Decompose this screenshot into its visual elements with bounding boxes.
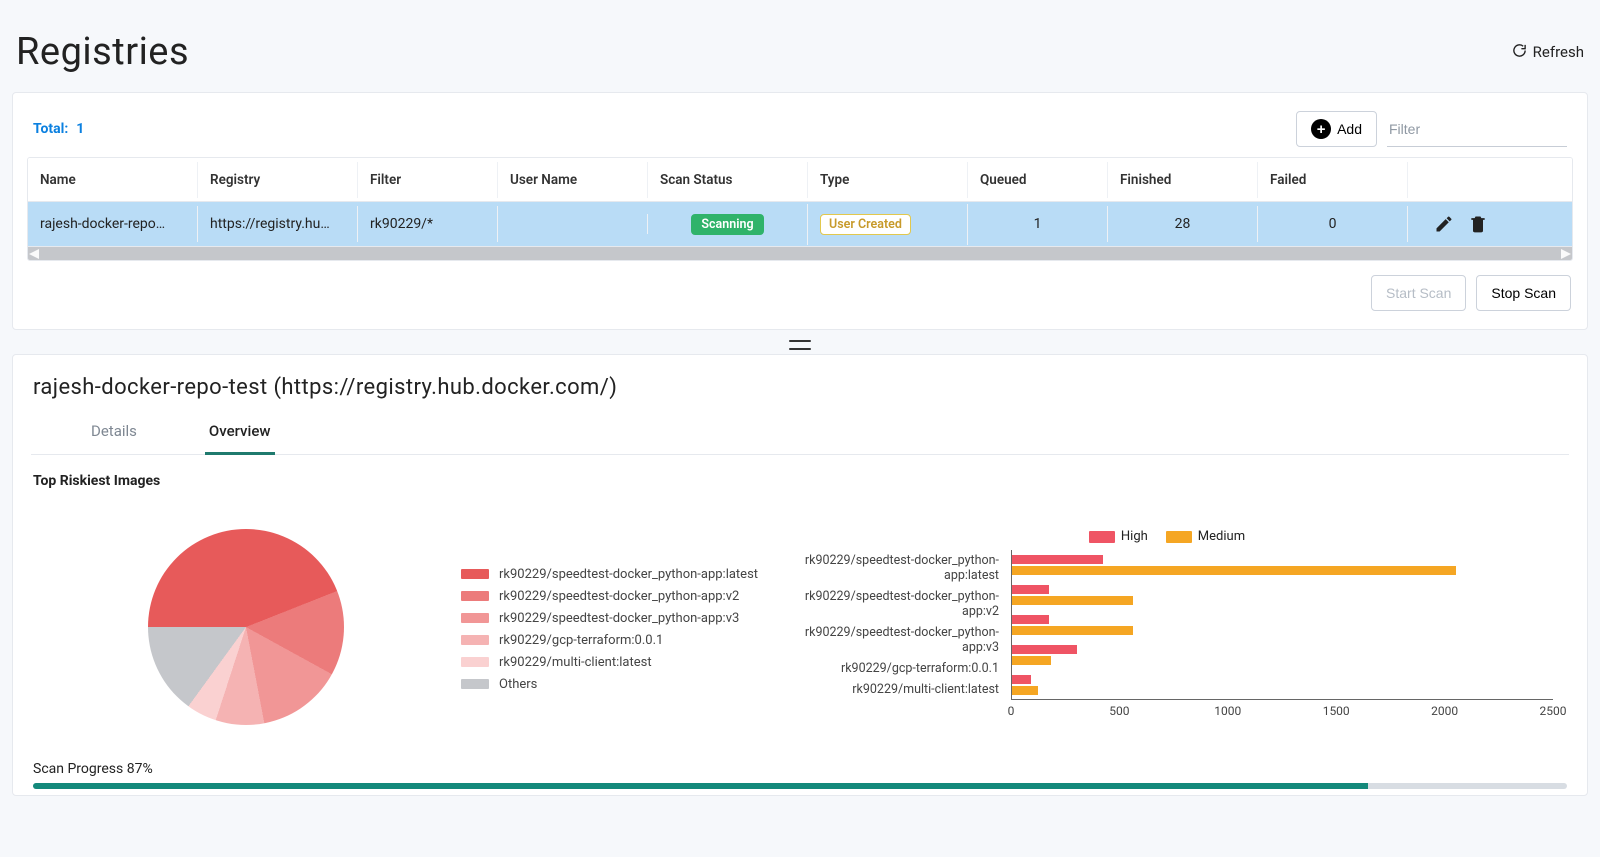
bar-high — [1012, 645, 1077, 654]
cell-registry: https://registry.hu… — [198, 206, 358, 242]
cell-scanstatus: Scanning — [648, 204, 808, 245]
cell-finished: 28 — [1108, 206, 1258, 242]
col-registry[interactable]: Registry — [198, 162, 358, 198]
pie-legend-item: rk90229/gcp-terraform:0.0.1 — [461, 629, 781, 651]
refresh-label: Refresh — [1533, 43, 1584, 61]
pie-legend-label: rk90229/speedtest-docker_python-app:v3 — [499, 611, 739, 626]
col-scanstatus[interactable]: Scan Status — [648, 162, 808, 198]
swatch-medium — [1166, 531, 1192, 543]
cell-failed: 0 — [1258, 206, 1408, 242]
bar-medium — [1012, 626, 1133, 635]
col-username[interactable]: User Name — [498, 162, 648, 198]
col-name[interactable]: Name — [28, 162, 198, 198]
detail-title: rajesh-docker-repo-test (https://registr… — [33, 375, 1567, 400]
pie-legend-item: rk90229/speedtest-docker_python-app:v3 — [461, 607, 781, 629]
pie-legend-label: rk90229/gcp-terraform:0.0.1 — [499, 633, 663, 648]
tab-details[interactable]: Details — [87, 412, 141, 454]
bar-ylabel: rk90229/speedtest-docker_python-app:late… — [781, 553, 999, 583]
start-scan-button[interactable]: Start Scan — [1371, 275, 1466, 311]
cell-username — [498, 214, 648, 234]
bar-high — [1012, 555, 1103, 564]
cell-queued: 1 — [968, 206, 1108, 242]
delete-icon[interactable] — [1468, 214, 1488, 234]
pie-legend-label: rk90229/speedtest-docker_python-app:v2 — [499, 589, 739, 604]
bar-medium — [1012, 596, 1133, 605]
bar-xtick: 2000 — [1431, 704, 1458, 718]
bar-high — [1012, 585, 1049, 594]
swatch-icon — [461, 657, 489, 667]
col-filter[interactable]: Filter — [358, 162, 498, 198]
pie-legend-label: rk90229/speedtest-docker_python-app:late… — [499, 567, 758, 582]
bar-xtick: 0 — [1008, 704, 1015, 718]
bar-ylabel: rk90229/speedtest-docker_python-app:v3 — [781, 625, 999, 655]
table-header: Name Registry Filter User Name Scan Stat… — [28, 158, 1572, 202]
bar-legend: High Medium — [781, 529, 1553, 544]
pie-legend-label: Others — [499, 677, 537, 692]
pie-legend-item: rk90229/speedtest-docker_python-app:v2 — [461, 585, 781, 607]
pie-legend-item: rk90229/speedtest-docker_python-app:late… — [461, 563, 781, 585]
bar-xtick: 500 — [1109, 704, 1129, 718]
edit-icon[interactable] — [1434, 214, 1454, 234]
refresh-button[interactable]: Refresh — [1512, 43, 1584, 62]
pie-chart — [148, 529, 344, 725]
table-row[interactable]: rajesh-docker-repo… https://registry.hu…… — [28, 202, 1572, 246]
bar-medium — [1012, 686, 1038, 695]
col-failed[interactable]: Failed — [1258, 162, 1408, 198]
swatch-icon — [461, 613, 489, 623]
bar-medium — [1012, 566, 1456, 575]
bar-high — [1012, 675, 1031, 684]
bar-xtick: 1500 — [1323, 704, 1350, 718]
horizontal-scrollbar[interactable] — [28, 246, 1572, 260]
resize-handle-icon[interactable] — [789, 340, 811, 350]
stop-scan-button[interactable]: Stop Scan — [1476, 275, 1571, 311]
bar-xtick: 2500 — [1540, 704, 1567, 718]
registries-table: Name Registry Filter User Name Scan Stat… — [27, 157, 1573, 261]
add-button-label: Add — [1337, 121, 1362, 137]
scan-progress-label: Scan Progress 87% — [33, 761, 1567, 777]
bar-ylabel: rk90229/speedtest-docker_python-app:v2 — [781, 589, 999, 619]
bar-xtick: 1000 — [1214, 704, 1241, 718]
bar-medium — [1012, 656, 1051, 665]
swatch-icon — [461, 679, 489, 689]
cell-name: rajesh-docker-repo… — [28, 206, 198, 242]
cell-filter: rk90229/* — [358, 206, 498, 242]
filter-input[interactable] — [1387, 111, 1567, 147]
col-type[interactable]: Type — [808, 162, 968, 198]
col-queued[interactable]: Queued — [968, 162, 1108, 198]
col-finished[interactable]: Finished — [1108, 162, 1258, 198]
swatch-icon — [461, 569, 489, 579]
page-title: Registries — [16, 30, 189, 74]
bar-group — [1012, 610, 1553, 640]
bar-legend-medium: Medium — [1198, 529, 1245, 544]
swatch-high — [1089, 531, 1115, 543]
bar-high — [1012, 615, 1049, 624]
plus-icon: + — [1311, 119, 1331, 139]
pie-legend-label: rk90229/multi-client:latest — [499, 655, 652, 670]
bar-group — [1012, 640, 1553, 670]
detail-tabs: Details Overview — [31, 412, 1569, 455]
tab-overview[interactable]: Overview — [205, 412, 275, 455]
refresh-icon — [1512, 43, 1527, 62]
bar-ylabel: rk90229/multi-client:latest — [781, 682, 999, 697]
cell-type: User Created — [808, 204, 968, 245]
bar-group — [1012, 670, 1553, 700]
add-button[interactable]: + Add — [1296, 111, 1377, 147]
scan-progress-bar — [33, 783, 1567, 789]
bar-group — [1012, 580, 1553, 610]
pie-legend-item: Others — [461, 673, 781, 695]
cell-actions — [1408, 204, 1498, 244]
bar-ylabel: rk90229/gcp-terraform:0.0.1 — [781, 661, 999, 676]
total-label: Total:1 — [33, 121, 84, 137]
bar-chart: rk90229/speedtest-docker_python-app:late… — [781, 550, 1553, 722]
pie-legend: rk90229/speedtest-docker_python-app:late… — [461, 499, 781, 695]
overview-subtitle: Top Riskiest Images — [33, 473, 1567, 489]
bar-legend-high: High — [1121, 529, 1148, 544]
bar-group — [1012, 550, 1553, 580]
col-actions — [1408, 170, 1498, 190]
swatch-icon — [461, 635, 489, 645]
pie-legend-item: rk90229/multi-client:latest — [461, 651, 781, 673]
swatch-icon — [461, 591, 489, 601]
